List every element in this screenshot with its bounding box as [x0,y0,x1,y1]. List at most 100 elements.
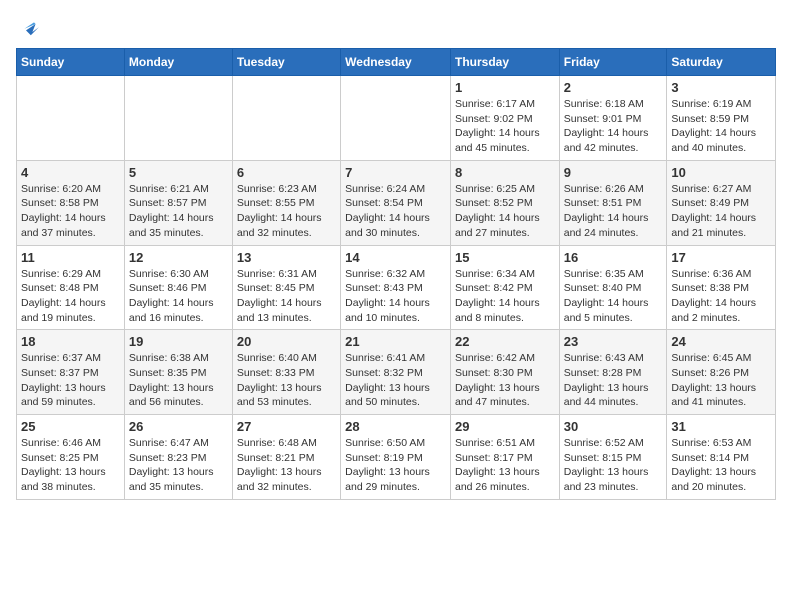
day-info: Sunrise: 6:35 AM Sunset: 8:40 PM Dayligh… [564,267,663,326]
day-info: Sunrise: 6:40 AM Sunset: 8:33 PM Dayligh… [237,351,336,410]
day-number: 29 [455,419,555,434]
day-info: Sunrise: 6:31 AM Sunset: 8:45 PM Dayligh… [237,267,336,326]
day-info: Sunrise: 6:27 AM Sunset: 8:49 PM Dayligh… [671,182,771,241]
calendar-week-4: 18 Sunrise: 6:37 AM Sunset: 8:37 PM Dayli… [17,330,776,415]
day-info: Sunrise: 6:38 AM Sunset: 8:35 PM Dayligh… [129,351,228,410]
day-info: Sunrise: 6:36 AM Sunset: 8:38 PM Dayligh… [671,267,771,326]
day-info: Sunrise: 6:48 AM Sunset: 8:21 PM Dayligh… [237,436,336,495]
calendar-cell: 14 Sunrise: 6:32 AM Sunset: 8:43 PM Dayli… [341,245,451,330]
calendar-cell: 5 Sunrise: 6:21 AM Sunset: 8:57 PM Daylig… [124,160,232,245]
day-info: Sunrise: 6:25 AM Sunset: 8:52 PM Dayligh… [455,182,555,241]
day-info: Sunrise: 6:21 AM Sunset: 8:57 PM Dayligh… [129,182,228,241]
calendar-cell: 4 Sunrise: 6:20 AM Sunset: 8:58 PM Daylig… [17,160,125,245]
day-number: 13 [237,250,336,265]
calendar-cell: 23Sunrise: 6:43 AM Sunset: 8:28 PM Dayli… [559,330,667,415]
header-wednesday: Wednesday [341,49,451,76]
calendar-week-2: 4 Sunrise: 6:20 AM Sunset: 8:58 PM Daylig… [17,160,776,245]
calendar-cell: 24Sunrise: 6:45 AM Sunset: 8:26 PM Dayli… [667,330,776,415]
calendar-cell: 2 Sunrise: 6:18 AM Sunset: 9:01 PM Daylig… [559,76,667,161]
calendar-cell: 3 Sunrise: 6:19 AM Sunset: 8:59 PM Daylig… [667,76,776,161]
calendar-cell [17,76,125,161]
day-info: Sunrise: 6:30 AM Sunset: 8:46 PM Dayligh… [129,267,228,326]
day-number: 10 [671,165,771,180]
day-number: 22 [455,334,555,349]
calendar-cell: 6Sunrise: 6:23 AM Sunset: 8:55 PM Daylig… [232,160,340,245]
day-info: Sunrise: 6:32 AM Sunset: 8:43 PM Dayligh… [345,267,446,326]
calendar-cell [124,76,232,161]
day-number: 17 [671,250,771,265]
day-info: Sunrise: 6:20 AM Sunset: 8:58 PM Dayligh… [21,182,120,241]
calendar-cell: 22 Sunrise: 6:42 AM Sunset: 8:30 PM Dayli… [450,330,559,415]
calendar-cell: 17 Sunrise: 6:36 AM Sunset: 8:38 PM Dayli… [667,245,776,330]
calendar-cell: 21Sunrise: 6:41 AM Sunset: 8:32 PM Dayli… [341,330,451,415]
day-number: 4 [21,165,120,180]
calendar-header-row: SundayMondayTuesdayWednesdayThursdayFrid… [17,49,776,76]
calendar-cell: 13 Sunrise: 6:31 AM Sunset: 8:45 PM Dayli… [232,245,340,330]
calendar-cell: 16Sunrise: 6:35 AM Sunset: 8:40 PM Dayli… [559,245,667,330]
calendar-week-5: 25 Sunrise: 6:46 AM Sunset: 8:25 PM Dayli… [17,415,776,500]
calendar-cell: 8 Sunrise: 6:25 AM Sunset: 8:52 PM Daylig… [450,160,559,245]
day-info: Sunrise: 6:17 AM Sunset: 9:02 PM Dayligh… [455,97,555,156]
day-info: Sunrise: 6:53 AM Sunset: 8:14 PM Dayligh… [671,436,771,495]
calendar-cell: 19 Sunrise: 6:38 AM Sunset: 8:35 PM Dayli… [124,330,232,415]
day-number: 18 [21,334,120,349]
header-saturday: Saturday [667,49,776,76]
calendar-cell [232,76,340,161]
day-number: 6 [237,165,336,180]
day-info: Sunrise: 6:47 AM Sunset: 8:23 PM Dayligh… [129,436,228,495]
day-number: 2 [564,80,663,95]
day-number: 19 [129,334,228,349]
day-info: Sunrise: 6:26 AM Sunset: 8:51 PM Dayligh… [564,182,663,241]
day-number: 1 [455,80,555,95]
day-info: Sunrise: 6:24 AM Sunset: 8:54 PM Dayligh… [345,182,446,241]
calendar-cell: 12 Sunrise: 6:30 AM Sunset: 8:46 PM Dayli… [124,245,232,330]
day-number: 3 [671,80,771,95]
day-info: Sunrise: 6:42 AM Sunset: 8:30 PM Dayligh… [455,351,555,410]
day-number: 5 [129,165,228,180]
day-number: 27 [237,419,336,434]
day-info: Sunrise: 6:34 AM Sunset: 8:42 PM Dayligh… [455,267,555,326]
calendar-cell: 25 Sunrise: 6:46 AM Sunset: 8:25 PM Dayli… [17,415,125,500]
day-number: 11 [21,250,120,265]
calendar-cell: 11Sunrise: 6:29 AM Sunset: 8:48 PM Dayli… [17,245,125,330]
day-number: 14 [345,250,446,265]
header-friday: Friday [559,49,667,76]
day-info: Sunrise: 6:46 AM Sunset: 8:25 PM Dayligh… [21,436,120,495]
logo-bird-icon [18,16,42,40]
day-number: 9 [564,165,663,180]
logo [16,16,42,40]
day-number: 24 [671,334,771,349]
calendar-cell: 29 Sunrise: 6:51 AM Sunset: 8:17 PM Dayli… [450,415,559,500]
day-info: Sunrise: 6:18 AM Sunset: 9:01 PM Dayligh… [564,97,663,156]
day-number: 20 [237,334,336,349]
page-header [16,16,776,40]
day-number: 12 [129,250,228,265]
calendar-cell: 31Sunrise: 6:53 AM Sunset: 8:14 PM Dayli… [667,415,776,500]
day-number: 23 [564,334,663,349]
calendar-week-3: 11Sunrise: 6:29 AM Sunset: 8:48 PM Dayli… [17,245,776,330]
day-info: Sunrise: 6:51 AM Sunset: 8:17 PM Dayligh… [455,436,555,495]
calendar-cell: 30Sunrise: 6:52 AM Sunset: 8:15 PM Dayli… [559,415,667,500]
day-number: 15 [455,250,555,265]
calendar-cell: 7 Sunrise: 6:24 AM Sunset: 8:54 PM Daylig… [341,160,451,245]
calendar-cell: 15 Sunrise: 6:34 AM Sunset: 8:42 PM Dayli… [450,245,559,330]
header-sunday: Sunday [17,49,125,76]
day-number: 30 [564,419,663,434]
header-monday: Monday [124,49,232,76]
calendar-week-1: 1 Sunrise: 6:17 AM Sunset: 9:02 PM Daylig… [17,76,776,161]
calendar-cell: 20 Sunrise: 6:40 AM Sunset: 8:33 PM Dayli… [232,330,340,415]
calendar-cell [341,76,451,161]
calendar-cell: 18 Sunrise: 6:37 AM Sunset: 8:37 PM Dayli… [17,330,125,415]
calendar-cell: 28Sunrise: 6:50 AM Sunset: 8:19 PM Dayli… [341,415,451,500]
header-thursday: Thursday [450,49,559,76]
day-number: 25 [21,419,120,434]
calendar-cell: 26 Sunrise: 6:47 AM Sunset: 8:23 PM Dayli… [124,415,232,500]
day-info: Sunrise: 6:37 AM Sunset: 8:37 PM Dayligh… [21,351,120,410]
day-number: 7 [345,165,446,180]
calendar-cell: 10 Sunrise: 6:27 AM Sunset: 8:49 PM Dayli… [667,160,776,245]
calendar-cell: 1 Sunrise: 6:17 AM Sunset: 9:02 PM Daylig… [450,76,559,161]
day-number: 8 [455,165,555,180]
day-number: 26 [129,419,228,434]
day-info: Sunrise: 6:50 AM Sunset: 8:19 PM Dayligh… [345,436,446,495]
day-info: Sunrise: 6:19 AM Sunset: 8:59 PM Dayligh… [671,97,771,156]
